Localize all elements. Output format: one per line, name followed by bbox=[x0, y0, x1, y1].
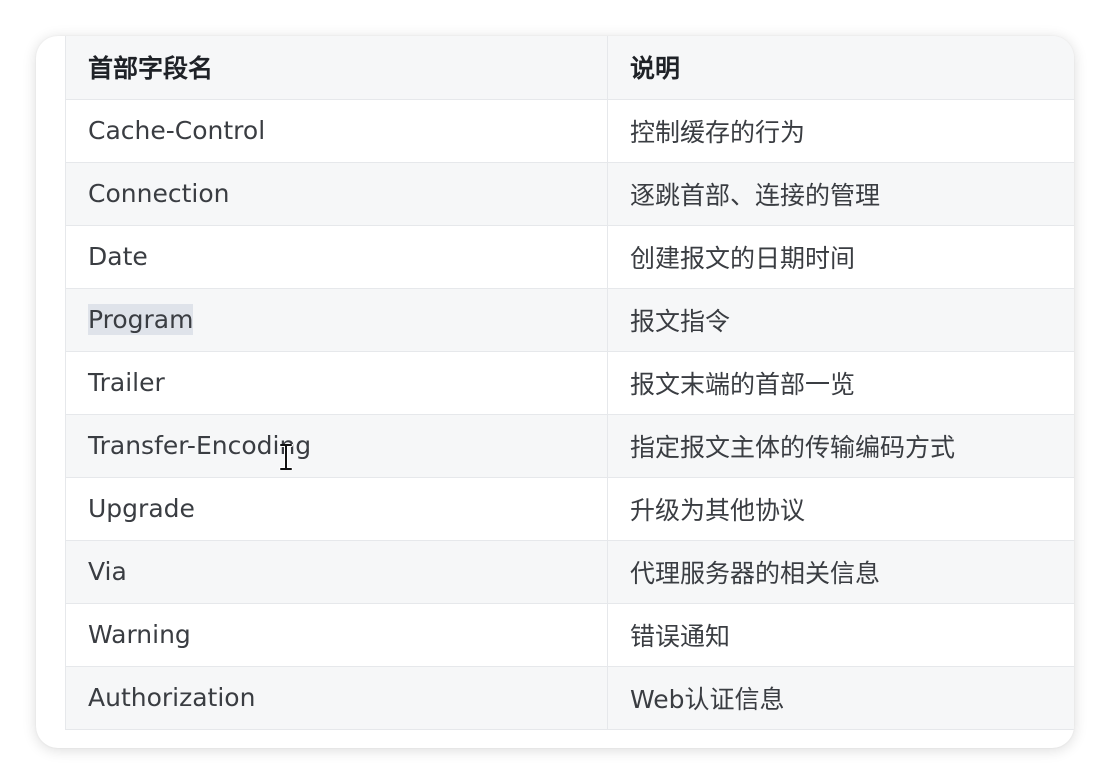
table-row: Warning 错误通知 bbox=[65, 603, 1074, 667]
table-row: Upgrade 升级为其他协议 bbox=[65, 477, 1074, 541]
table-card: 首部字段名 说明 Cache-Control 控制缓存的行为 Connectio… bbox=[36, 36, 1074, 748]
table-header-row: 首部字段名 说明 bbox=[65, 36, 1074, 100]
field-name-cell[interactable]: Authorization bbox=[65, 666, 608, 730]
table-row: Authorization Web认证信息 bbox=[65, 666, 1074, 730]
selected-text[interactable]: Program bbox=[88, 304, 194, 335]
table-row: Program 报文指令 bbox=[65, 288, 1074, 352]
field-name-cell[interactable]: Trailer bbox=[65, 351, 608, 415]
column-header-field-name: 首部字段名 bbox=[65, 36, 608, 100]
table-row: Transfer-Encoding 指定报文主体的传输编码方式 bbox=[65, 414, 1074, 478]
field-name-cell[interactable]: Connection bbox=[65, 162, 608, 226]
description-cell[interactable]: 错误通知 bbox=[607, 603, 1074, 667]
table-row: Trailer 报文末端的首部一览 bbox=[65, 351, 1074, 415]
description-cell[interactable]: 升级为其他协议 bbox=[607, 477, 1074, 541]
table-row: Date 创建报文的日期时间 bbox=[65, 225, 1074, 289]
field-name-cell[interactable]: Upgrade bbox=[65, 477, 608, 541]
description-cell[interactable]: 报文末端的首部一览 bbox=[607, 351, 1074, 415]
field-name-cell[interactable]: Warning bbox=[65, 603, 608, 667]
description-cell[interactable]: 代理服务器的相关信息 bbox=[607, 540, 1074, 604]
description-cell[interactable]: 指定报文主体的传输编码方式 bbox=[607, 414, 1074, 478]
field-name-cell[interactable]: Transfer-Encoding bbox=[65, 414, 608, 478]
field-name-cell[interactable]: Date bbox=[65, 225, 608, 289]
field-name-cell[interactable]: Program bbox=[65, 288, 608, 352]
description-cell[interactable]: 创建报文的日期时间 bbox=[607, 225, 1074, 289]
column-header-description: 说明 bbox=[607, 36, 1074, 100]
description-cell[interactable]: 控制缓存的行为 bbox=[607, 99, 1074, 163]
table-row: Connection 逐跳首部、连接的管理 bbox=[65, 162, 1074, 226]
table-row: Via 代理服务器的相关信息 bbox=[65, 540, 1074, 604]
description-cell[interactable]: 报文指令 bbox=[607, 288, 1074, 352]
header-fields-table: 首部字段名 说明 Cache-Control 控制缓存的行为 Connectio… bbox=[65, 36, 1074, 730]
description-cell[interactable]: Web认证信息 bbox=[607, 666, 1074, 730]
description-cell[interactable]: 逐跳首部、连接的管理 bbox=[607, 162, 1074, 226]
table-row: Cache-Control 控制缓存的行为 bbox=[65, 99, 1074, 163]
field-name-cell[interactable]: Cache-Control bbox=[65, 99, 608, 163]
field-name-cell[interactable]: Via bbox=[65, 540, 608, 604]
table-container: 首部字段名 说明 Cache-Control 控制缓存的行为 Connectio… bbox=[65, 36, 1074, 730]
text-cursor-icon bbox=[279, 443, 293, 471]
